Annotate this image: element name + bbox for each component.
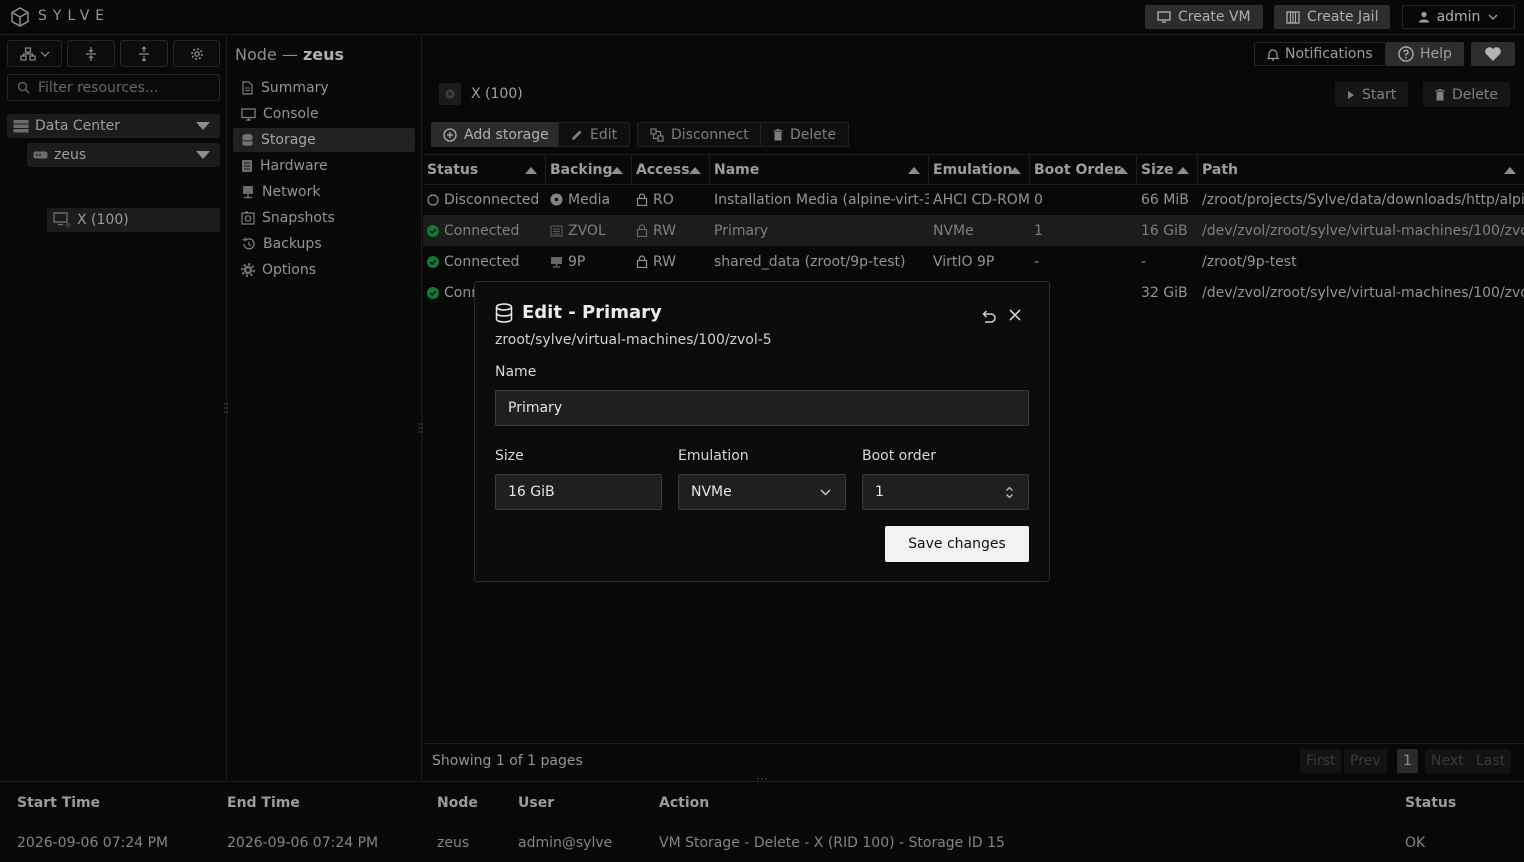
dialog-title: Edit - Primary [495, 302, 662, 323]
chevron-down-icon [820, 489, 831, 496]
reset-icon[interactable] [979, 307, 997, 323]
size-field-label: Size [495, 448, 524, 464]
dialog-subtitle: zroot/sylve/virtual-machines/100/zvol-5 [495, 332, 772, 348]
boot-order-field-label: Boot order [862, 448, 937, 464]
save-changes-label: Save changes [908, 536, 1006, 552]
save-changes-button[interactable]: Save changes [885, 526, 1029, 562]
dialog-title-text: Edit - Primary [522, 302, 662, 323]
emulation-select[interactable]: NVMe [678, 474, 846, 510]
size-input-value: 16 GiB [508, 484, 555, 500]
boot-order-stepper[interactable]: 1 [862, 474, 1029, 510]
name-input-value: Primary [508, 400, 563, 416]
emulation-field-label: Emulation [678, 448, 749, 464]
size-input[interactable]: 16 GiB [495, 474, 662, 510]
edit-storage-dialog: Edit - Primary zroot/sylve/virtual-machi… [474, 281, 1050, 582]
database-icon [495, 302, 513, 323]
close-icon[interactable] [1008, 308, 1022, 322]
stepper-arrows-icon[interactable] [1005, 485, 1014, 500]
name-field-label: Name [495, 364, 537, 380]
name-input[interactable]: Primary [495, 390, 1029, 426]
boot-order-value: 1 [875, 484, 884, 500]
emulation-select-value: NVMe [691, 484, 732, 500]
